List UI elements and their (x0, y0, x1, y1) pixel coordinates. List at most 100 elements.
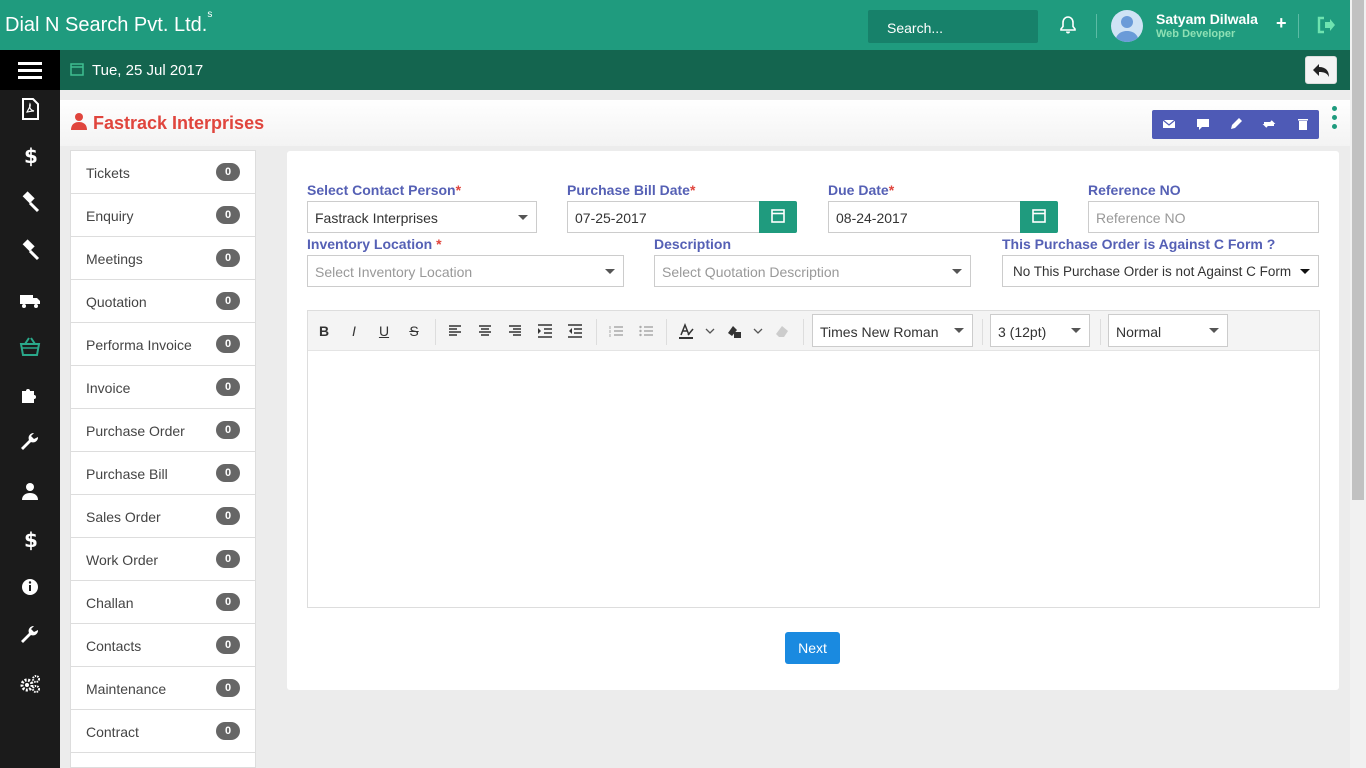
indent-icon[interactable] (537, 323, 553, 339)
reference-input[interactable]: Reference NO (1088, 201, 1319, 233)
align-center-icon[interactable] (477, 323, 493, 339)
gavel-icon[interactable] (18, 191, 42, 215)
align-left-icon[interactable] (447, 323, 463, 339)
strikethrough-button[interactable]: S (406, 323, 422, 339)
count-badge: 0 (216, 421, 240, 439)
next-button[interactable]: Next (785, 632, 840, 664)
list-item[interactable]: Purchase Order 0 (71, 409, 255, 452)
menu-toggle[interactable] (0, 50, 60, 90)
chevron-down-icon (1071, 328, 1081, 333)
bullet-list-icon[interactable] (638, 323, 654, 339)
user-name: Satyam Dilwala (1156, 11, 1258, 27)
inventory-label: Inventory Location * (307, 236, 442, 252)
brand-title[interactable]: Dial N Search Pvt. Ltd.s (5, 9, 212, 37)
bill-date-label: Purchase Bill Date* (567, 182, 696, 198)
back-button[interactable] (1305, 56, 1337, 84)
list-item[interactable]: Quotation 0 (71, 280, 255, 323)
text-color-icon[interactable] (678, 323, 694, 339)
due-date-input[interactable]: 08-24-2017 (828, 201, 1021, 233)
list-item[interactable]: Invoice 0 (71, 366, 255, 409)
gears-icon[interactable] (18, 672, 42, 696)
inventory-select[interactable]: Select Inventory Location (307, 255, 624, 287)
svg-text:$: $ (24, 144, 38, 167)
list-item[interactable]: Work Order 0 (71, 538, 255, 581)
add-icon[interactable]: + (1276, 13, 1287, 34)
chevron-down-icon[interactable] (752, 323, 764, 339)
wrench-icon-2[interactable] (18, 624, 42, 648)
list-item[interactable]: Purchase Bill 0 (71, 452, 255, 495)
trash-icon[interactable] (1296, 117, 1310, 131)
wrench-icon[interactable] (18, 431, 42, 455)
count-badge: 0 (216, 550, 240, 568)
cform-label: This Purchase Order is Against C Form ? (1002, 236, 1276, 252)
hamburger-icon[interactable] (18, 62, 42, 79)
truck-icon[interactable] (18, 288, 42, 312)
chevron-down-icon (1300, 269, 1310, 274)
list-item[interactable]: Maintenance 0 (71, 667, 255, 710)
list-item-label: Contract (86, 724, 139, 740)
search-input[interactable]: Search... (868, 10, 1038, 43)
cform-select[interactable]: No This Purchase Order is not Against C … (1002, 255, 1319, 287)
user-icon[interactable] (18, 479, 42, 503)
list-item[interactable]: Contract 0 (71, 710, 255, 753)
description-select[interactable]: Select Quotation Description (654, 255, 971, 287)
puzzle-icon[interactable] (18, 383, 42, 407)
list-item[interactable]: Meetings 0 (71, 237, 255, 280)
bill-date-calendar-button[interactable] (759, 201, 797, 233)
pencil-icon[interactable] (1229, 117, 1243, 131)
list-item-label: Challan (86, 595, 134, 611)
numbered-list-icon[interactable] (608, 323, 624, 339)
dollar-icon[interactable]: $ (18, 143, 42, 167)
list-item-label: Maintenance (86, 681, 167, 697)
top-bar: Dial N Search Pvt. Ltd.s Search... Satya… (0, 0, 1350, 50)
outdent-icon[interactable] (567, 323, 583, 339)
underline-button[interactable]: U (376, 323, 392, 339)
dollar-icon-2[interactable]: $ (18, 527, 42, 551)
chevron-down-icon (952, 269, 962, 274)
info-icon[interactable] (18, 575, 42, 599)
list-item[interactable]: Challan 0 (71, 581, 255, 624)
editor-content-area[interactable] (308, 352, 1319, 607)
refresh-icon[interactable] (1262, 117, 1276, 131)
action-buttons (1152, 110, 1319, 139)
chevron-down-icon (518, 215, 528, 220)
font-size-select[interactable]: 3 (12pt) (990, 314, 1090, 347)
font-family-select[interactable]: Times New Roman (812, 314, 973, 347)
eraser-icon[interactable] (774, 323, 790, 339)
paragraph-style-select[interactable]: Normal (1108, 314, 1228, 347)
list-item-label: Meetings (86, 251, 143, 267)
person-icon (71, 113, 87, 130)
align-right-icon[interactable] (507, 323, 523, 339)
list-item-label: Purchase Order (86, 423, 185, 439)
chevron-down-icon (954, 328, 964, 333)
basket-icon[interactable] (18, 335, 42, 359)
list-item[interactable]: Enquiry 0 (71, 194, 255, 237)
scrollbar-thumb[interactable] (1352, 0, 1364, 500)
italic-button[interactable]: I (346, 323, 362, 339)
divider (666, 319, 667, 345)
chevron-down-icon[interactable] (704, 323, 716, 339)
contact-select[interactable]: Fastrack Interprises (307, 201, 537, 233)
count-badge: 0 (216, 722, 240, 740)
bold-button[interactable]: B (316, 323, 332, 339)
pdf-icon[interactable] (18, 97, 42, 121)
due-date-calendar-button[interactable] (1020, 201, 1058, 233)
list-item[interactable]: Contacts 0 (71, 624, 255, 667)
count-badge: 0 (216, 163, 240, 181)
list-item[interactable]: Sales Order 0 (71, 495, 255, 538)
count-badge: 0 (216, 507, 240, 525)
bell-icon[interactable] (1058, 15, 1078, 35)
divider (596, 319, 597, 345)
mail-icon[interactable] (1162, 117, 1176, 131)
more-icon[interactable] (1332, 106, 1340, 136)
avatar[interactable] (1111, 10, 1143, 42)
highlight-color-icon[interactable] (726, 323, 742, 339)
comment-icon[interactable] (1196, 117, 1210, 131)
list-item[interactable]: Tickets 0 (71, 151, 255, 194)
bill-date-input[interactable]: 07-25-2017 (567, 201, 760, 233)
logout-icon[interactable] (1316, 15, 1336, 35)
list-item[interactable]: Performa Invoice 0 (71, 323, 255, 366)
gavel-icon-2[interactable] (18, 239, 42, 263)
description-label: Description (654, 236, 732, 252)
list-item-label: Sales Order (86, 509, 161, 525)
